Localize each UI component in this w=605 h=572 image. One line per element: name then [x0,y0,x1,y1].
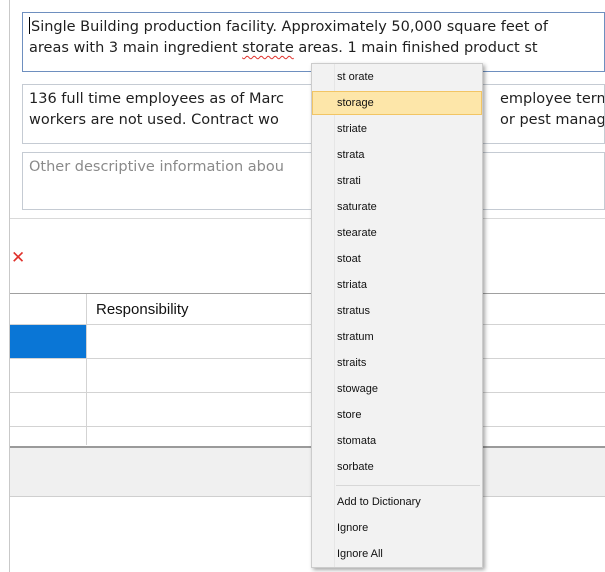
table-row[interactable] [10,393,605,427]
menu-item-suggestion[interactable]: strati [312,169,482,193]
menu-item-suggestion[interactable]: stratum [312,325,482,349]
footer-band [10,448,605,497]
menu-item-suggestion[interactable]: striata [312,273,482,297]
text-caret [29,17,30,34]
menu-item-suggestion[interactable]: sorbate [312,455,482,479]
menu-item-add-to-dictionary[interactable]: Add to Dictionary [312,490,482,514]
text-line-2: areas with 3 main ingredient storate are… [29,40,538,56]
spellcheck-context-menu: st orate storage striate strata strati s… [311,63,483,568]
section-divider [10,218,605,219]
text-line-1: Single Building production facility. App… [29,17,548,35]
menu-item-suggestion-highlighted[interactable]: storage [312,91,482,115]
responsibility-grid: Responsibility [10,294,605,445]
grid-header-row: Responsibility [10,294,605,325]
menu-item-suggestion[interactable]: strata [312,143,482,167]
table-row[interactable] [10,427,605,445]
menu-item-ignore-all[interactable]: Ignore All [312,542,482,566]
column-header-label: Responsibility [96,301,189,318]
menu-item-suggestion[interactable]: stoat [312,247,482,271]
grid-cell[interactable] [10,427,87,445]
menu-item-suggestion[interactable]: store [312,403,482,427]
grid-cell-selected[interactable] [10,325,87,358]
grid-cell[interactable] [10,359,87,392]
menu-item-ignore[interactable]: Ignore [312,516,482,540]
form-window: Single Building production facility. App… [0,0,605,572]
menu-item-suggestion[interactable]: stratus [312,299,482,323]
menu-item-suggestion[interactable]: stearate [312,221,482,245]
delete-icon[interactable]: ✕ [11,249,27,267]
table-row[interactable] [10,359,605,393]
menu-separator [336,485,480,486]
table-row[interactable] [10,325,605,359]
misspelled-word[interactable]: storate [242,40,294,56]
menu-item-suggestion[interactable]: stomata [312,429,482,453]
menu-item-suggestion[interactable]: saturate [312,195,482,219]
menu-item-suggestion[interactable]: st orate [312,65,482,89]
grid-header-cell-empty[interactable] [10,294,87,324]
menu-item-suggestion[interactable]: striate [312,117,482,141]
menu-item-suggestion[interactable]: stowage [312,377,482,401]
grid-cell[interactable] [10,393,87,426]
menu-item-suggestion[interactable]: straits [312,351,482,375]
